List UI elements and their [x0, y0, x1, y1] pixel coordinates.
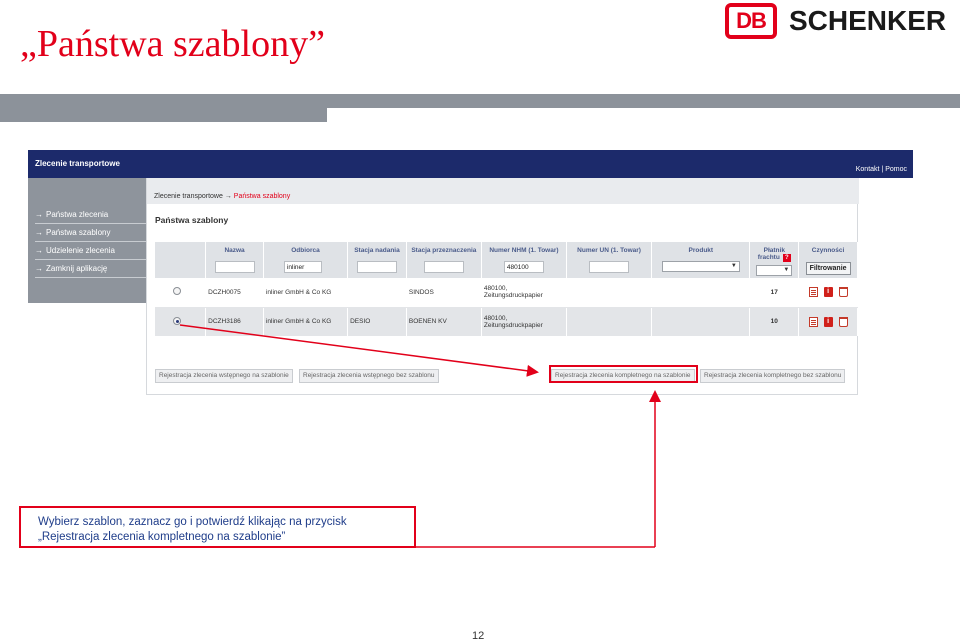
callout-line-2: „Rejestracja zlecenia kompletnego na sza…: [38, 531, 286, 543]
arrow-to-highlight: [179, 324, 539, 377]
instruction-callout: Wybierz szablon, zaznacz go i potwierdź …: [19, 506, 416, 548]
callout-line-1: Wybierz szablon, zaznacz go i potwierdź …: [38, 516, 347, 528]
page-number: 12: [472, 630, 485, 642]
